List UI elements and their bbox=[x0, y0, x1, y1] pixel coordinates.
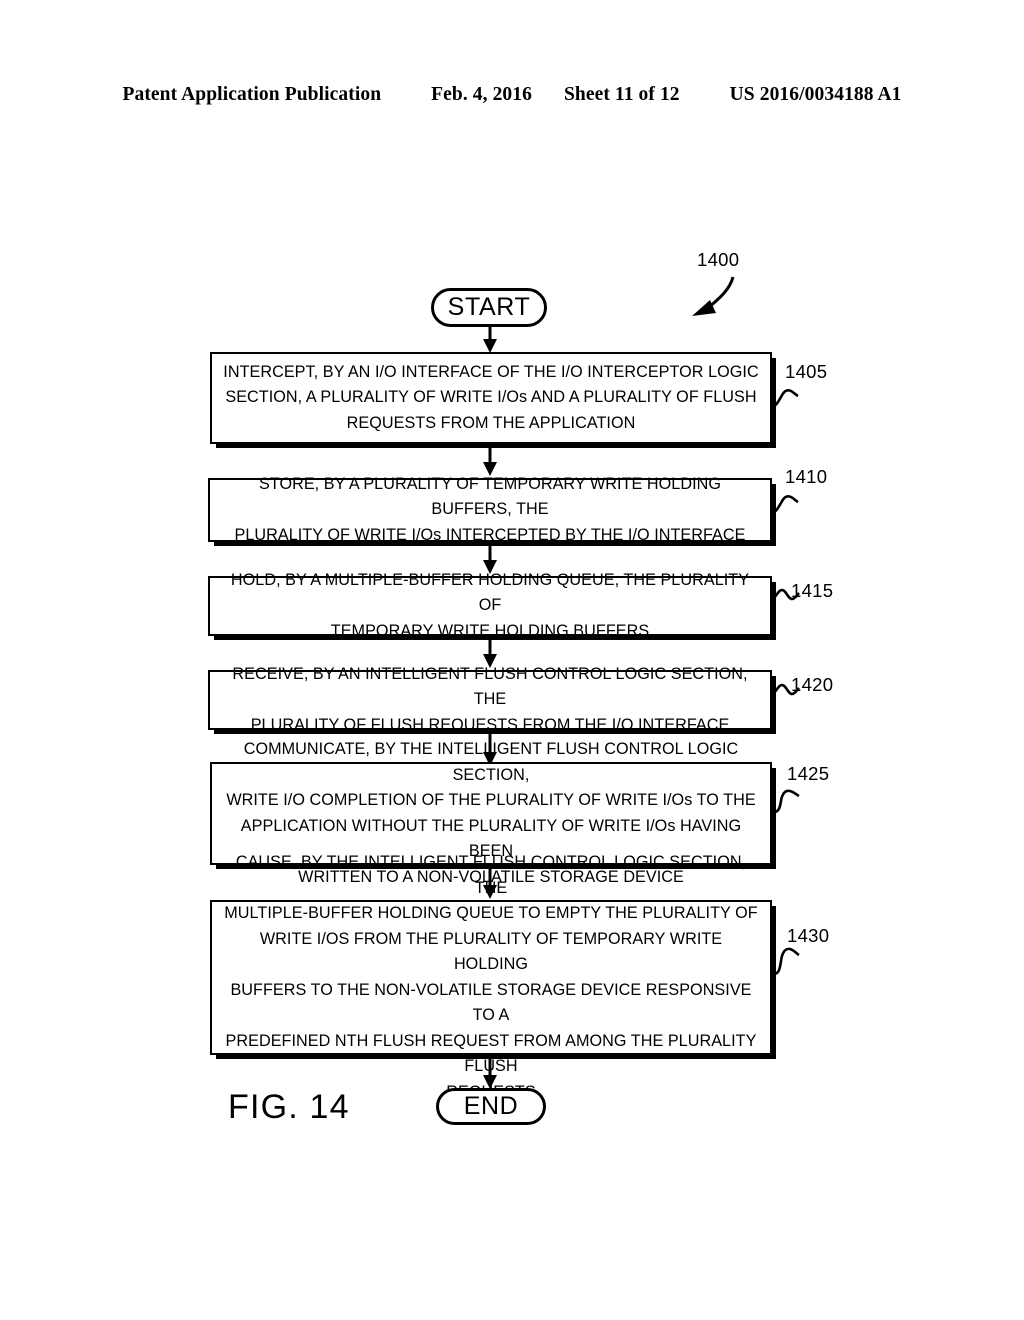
ref-numeral-1415: 1415 bbox=[791, 580, 834, 601]
flow-node-end-label: END bbox=[463, 1092, 519, 1120]
ref-numeral-1420: 1420 bbox=[791, 674, 834, 695]
ref-leader-1425 bbox=[773, 789, 800, 814]
flowchart-figure-14: 1400 START INTERCEPT, BY AN I/O INTERFAC… bbox=[0, 0, 1024, 1320]
flow-step-1420[interactable]: RECEIVE, BY AN INTELLIGENT FLUSH CONTROL… bbox=[208, 665, 772, 734]
flow-step-1415[interactable]: HOLD, BY A MULTIPLE-BUFFER HOLDING QUEUE… bbox=[208, 571, 772, 640]
flow-step-1405-text: INTERCEPT, BY AN I/O INTERFACE OF THE I/… bbox=[223, 362, 759, 432]
ref-numeral-1410: 1410 bbox=[785, 466, 828, 487]
diagram-ref-numeral-1400: 1400 bbox=[697, 249, 740, 270]
ref-leader-1410 bbox=[772, 494, 799, 514]
flow-node-start[interactable]: START bbox=[431, 288, 547, 327]
flow-step-1410-text: STORE, BY A PLURALITY OF TEMPORARY WRITE… bbox=[234, 474, 746, 544]
flow-step-1430[interactable]: CAUSE, BY THE INTELLIGENT FLUSH CONTROL … bbox=[210, 853, 772, 1101]
flow-node-start-label: START bbox=[447, 293, 531, 321]
flow-node-end[interactable]: END bbox=[436, 1088, 546, 1125]
flow-step-1410[interactable]: STORE, BY A PLURALITY OF TEMPORARY WRITE… bbox=[208, 475, 772, 544]
ref-numeral-1430: 1430 bbox=[787, 925, 830, 946]
flow-step-1430-text: CAUSE, BY THE INTELLIGENT FLUSH CONTROL … bbox=[224, 853, 758, 1101]
diagram-ref-arrow-1400 bbox=[692, 276, 735, 316]
ref-numeral-1425: 1425 bbox=[787, 763, 830, 784]
ref-leader-1430 bbox=[773, 947, 800, 976]
flow-step-1415-text: HOLD, BY A MULTIPLE-BUFFER HOLDING QUEUE… bbox=[230, 570, 750, 640]
ref-numeral-1405: 1405 bbox=[785, 361, 828, 382]
flow-step-1420-text: RECEIVE, BY AN INTELLIGENT FLUSH CONTROL… bbox=[232, 664, 748, 734]
flow-step-1405[interactable]: INTERCEPT, BY AN I/O INTERFACE OF THE I/… bbox=[210, 352, 772, 444]
ref-leader-1405 bbox=[772, 388, 799, 408]
figure-caption: FIG. 14 bbox=[228, 1088, 350, 1126]
connector-start-to-step-1405 bbox=[483, 326, 497, 353]
